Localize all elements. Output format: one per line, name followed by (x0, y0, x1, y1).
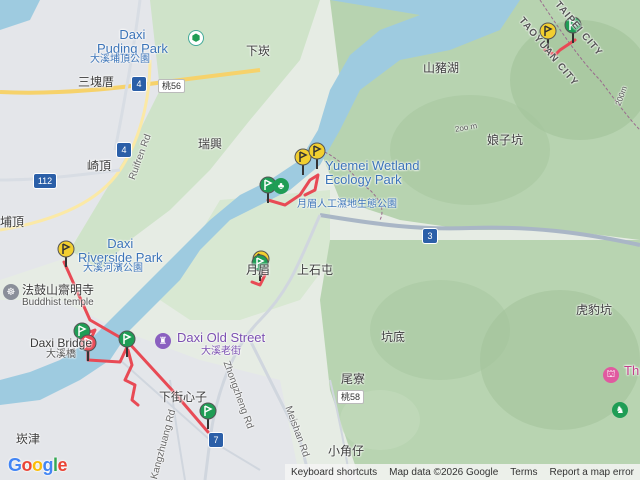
label-kengdi: 坑底 (381, 330, 406, 344)
terms-link[interactable]: Terms (504, 467, 543, 478)
label-shanzhuhu: 山豬湖 (423, 61, 460, 75)
label-daxi-bridge[interactable]: Daxi Bridge (30, 337, 92, 350)
label-ruixing: 瑞興 (198, 137, 223, 151)
route-tao58-tag: 桃58 (337, 390, 365, 404)
map-data-text: Map data ©2026 Google (389, 466, 499, 478)
label-qiding: 崎頂 (87, 159, 112, 173)
label-yuemei-wetland-zh: 月眉人工濕地生態公園 (297, 199, 397, 210)
label-kanjin: 崁津 (16, 432, 41, 446)
map-footer: Keyboard shortcuts Map data ©2026 Google… (0, 464, 640, 480)
keyboard-shortcuts-link[interactable]: Keyboard shortcuts (285, 467, 383, 478)
label-niangzikeng: 娘子坑 (487, 133, 524, 147)
label-hubaokeng: 虎豹坑 (576, 303, 613, 317)
label-daxi-puding-park-zh: 大溪埔頂公園 (90, 54, 150, 65)
label-shangshitun: 上石屯 (297, 263, 334, 277)
label-buddhist-temple: Buddhist temple (22, 297, 94, 308)
shield-badge-icon: ⬢ (188, 30, 204, 46)
route-4-shield: 4 (131, 76, 147, 92)
label-yuemei: 月眉 (246, 263, 271, 277)
label-daxi-bridge-zh: 大溪橋 (46, 349, 76, 360)
label-daxi-puding-park[interactable]: Daxi Puding Park (97, 28, 168, 55)
park-icon[interactable]: ♣ (273, 178, 289, 194)
label-xiaojiaozai: 小角仔 (328, 444, 365, 458)
label-daxi-old-street-zh: 大溪老街 (201, 346, 241, 357)
attribution-bar: Keyboard shortcuts Map data ©2026 Google… (284, 464, 640, 480)
landmark-icon[interactable]: ♜ (155, 333, 171, 349)
route-tao56-tag: 桃56 (158, 79, 186, 93)
recreation-icon[interactable]: ♞ (612, 402, 628, 418)
label-sankuaicuo: 三塊厝 (78, 75, 115, 89)
report-error-link[interactable]: Report a map error (544, 467, 640, 478)
map-canvas[interactable]: ☸ ♜ ♣ ⛫ ♞ ⬢ 4 4 112 3 7 桃56 桃58 Daxi Pud… (0, 0, 640, 480)
green-flag-marker[interactable] (118, 330, 136, 358)
label-daxi-riverside-park[interactable]: Daxi Riverside Park (78, 237, 163, 264)
route-112-shield: 112 (33, 173, 57, 189)
temple-icon[interactable]: ☸ (3, 284, 19, 300)
label-daxi-old-street[interactable]: Daxi Old Street (177, 331, 265, 345)
label-fagushan[interactable]: 法鼓山齋明寺 (22, 284, 94, 297)
green-flag-marker[interactable] (199, 402, 217, 430)
route-4-shield: 4 (116, 142, 132, 158)
label-daxi-riverside-park-zh: 大溪河濱公園 (83, 263, 143, 274)
yellow-flag-marker[interactable] (308, 142, 326, 170)
label-xiaxinzi: 下街心子 (159, 390, 208, 404)
label-xiakan: 下崁 (246, 44, 271, 58)
route-7-shield: 7 (208, 432, 224, 448)
label-poi-partial[interactable]: Th (624, 364, 639, 378)
label-weiliao: 尾寮 (341, 372, 366, 386)
shopping-icon[interactable]: ⛫ (603, 367, 619, 383)
label-yuemei-wetland[interactable]: Yuemei Wetland Ecology Park (325, 159, 419, 186)
label-puding: 埔頂 (0, 215, 25, 229)
route-3-shield: 3 (422, 228, 438, 244)
yellow-flag-marker[interactable] (57, 240, 75, 268)
